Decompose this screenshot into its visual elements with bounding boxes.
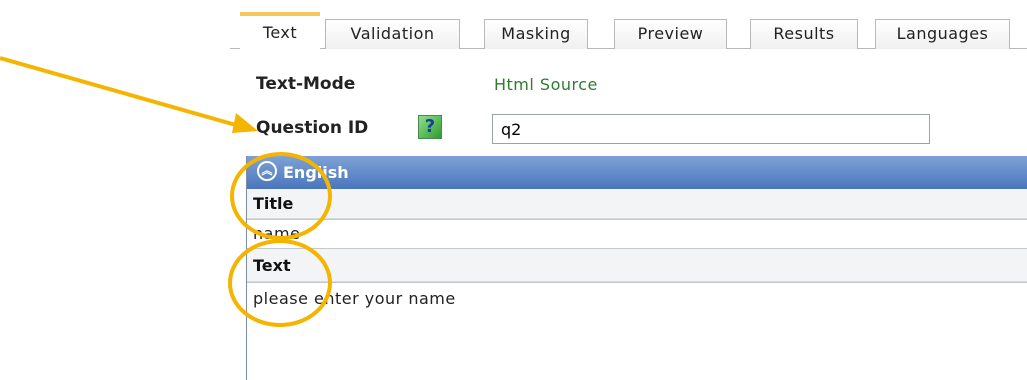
language-name: English xyxy=(283,163,349,182)
tab-strip: Text Validation Masking Preview Results … xyxy=(230,10,1027,50)
annotation-arrow xyxy=(0,56,258,133)
text-field-textarea[interactable]: please enter your name xyxy=(247,282,1027,380)
question-help-icon[interactable]: ? xyxy=(418,115,442,139)
title-field-label: Title xyxy=(247,189,1027,219)
question-id-label: Question ID xyxy=(256,118,369,138)
language-panel: ︽ English Title name Text please enter y… xyxy=(246,156,1027,380)
text-mode-value[interactable]: Html Source xyxy=(494,75,598,94)
text-field-label: Text xyxy=(247,249,1027,282)
question-id-input[interactable] xyxy=(492,114,930,144)
tab-languages[interactable]: Languages xyxy=(875,19,1010,49)
title-field-input[interactable]: name xyxy=(247,219,1027,249)
language-panel-header[interactable]: ︽ English xyxy=(247,156,1027,189)
tab-masking[interactable]: Masking xyxy=(484,19,588,49)
tab-validation[interactable]: Validation xyxy=(325,19,460,49)
text-mode-label: Text-Mode xyxy=(256,74,356,94)
tab-preview[interactable]: Preview xyxy=(614,19,727,49)
tab-text[interactable]: Text xyxy=(240,12,320,49)
tab-results[interactable]: Results xyxy=(750,19,858,49)
chevron-up-circle-icon[interactable]: ︽ xyxy=(257,161,277,181)
